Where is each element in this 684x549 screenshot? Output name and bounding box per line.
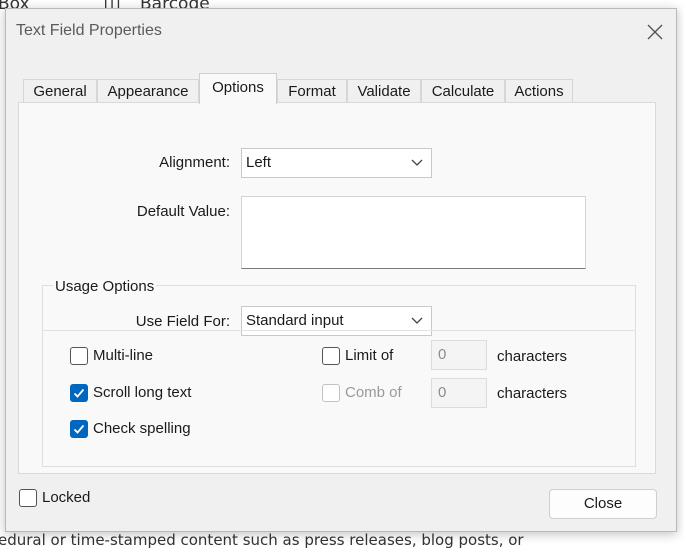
- tab-options[interactable]: Options: [199, 73, 277, 104]
- default-value-field[interactable]: [241, 196, 586, 269]
- close-icon[interactable]: [644, 21, 666, 43]
- check-spelling-checkbox[interactable]: [70, 420, 88, 438]
- alignment-label: Alignment:: [159, 154, 230, 171]
- text-field-properties-dialog: Text Field Properties General Appearance…: [5, 8, 677, 532]
- options-panel: Alignment: Left Default Value: Usage Opt…: [18, 102, 656, 474]
- comb-of-checkbox[interactable]: [322, 384, 340, 402]
- multiline-checkbox[interactable]: [70, 347, 88, 365]
- tab-calculate[interactable]: Calculate: [421, 79, 505, 103]
- comb-of-suffix: characters: [497, 385, 568, 402]
- tab-appearance[interactable]: Appearance: [97, 79, 199, 103]
- comb-of-input[interactable]: 0: [431, 378, 487, 408]
- alignment-select[interactable]: Left: [241, 148, 432, 178]
- chevron-down-icon: [411, 159, 423, 166]
- tab-format[interactable]: Format: [277, 79, 347, 103]
- default-value-label: Default Value:: [136, 203, 230, 220]
- multiline-label: Multi-line: [93, 347, 154, 364]
- scroll-long-text-label: Scroll long text: [93, 384, 192, 401]
- limit-of-checkbox[interactable]: [322, 347, 340, 365]
- close-button[interactable]: Close: [549, 489, 657, 519]
- comb-of-label: Comb of: [345, 384, 402, 401]
- use-field-for-value: Standard input: [246, 312, 344, 329]
- check-spelling-label: Check spelling: [93, 420, 191, 437]
- usage-options-title: Usage Options: [53, 278, 157, 295]
- tab-validate[interactable]: Validate: [347, 79, 421, 103]
- checkmark-icon: [73, 424, 85, 434]
- dialog-title: Text Field Properties: [16, 22, 162, 39]
- limit-of-suffix: characters: [497, 348, 568, 365]
- locked-checkbox[interactable]: [19, 489, 37, 507]
- tab-general[interactable]: General: [23, 79, 97, 103]
- locked-label: Locked: [42, 489, 91, 506]
- background-text-bottom: edural or time-stamped content such as p…: [0, 531, 524, 549]
- chevron-down-icon: [411, 317, 423, 324]
- alignment-value: Left: [246, 154, 272, 171]
- limit-of-input[interactable]: 0: [431, 340, 487, 370]
- use-field-for-label: Use Field For:: [135, 313, 230, 330]
- limit-of-label: Limit of: [345, 347, 394, 364]
- tab-actions[interactable]: Actions: [505, 79, 573, 103]
- checkmark-icon: [73, 388, 85, 398]
- scroll-long-text-checkbox[interactable]: [70, 384, 88, 402]
